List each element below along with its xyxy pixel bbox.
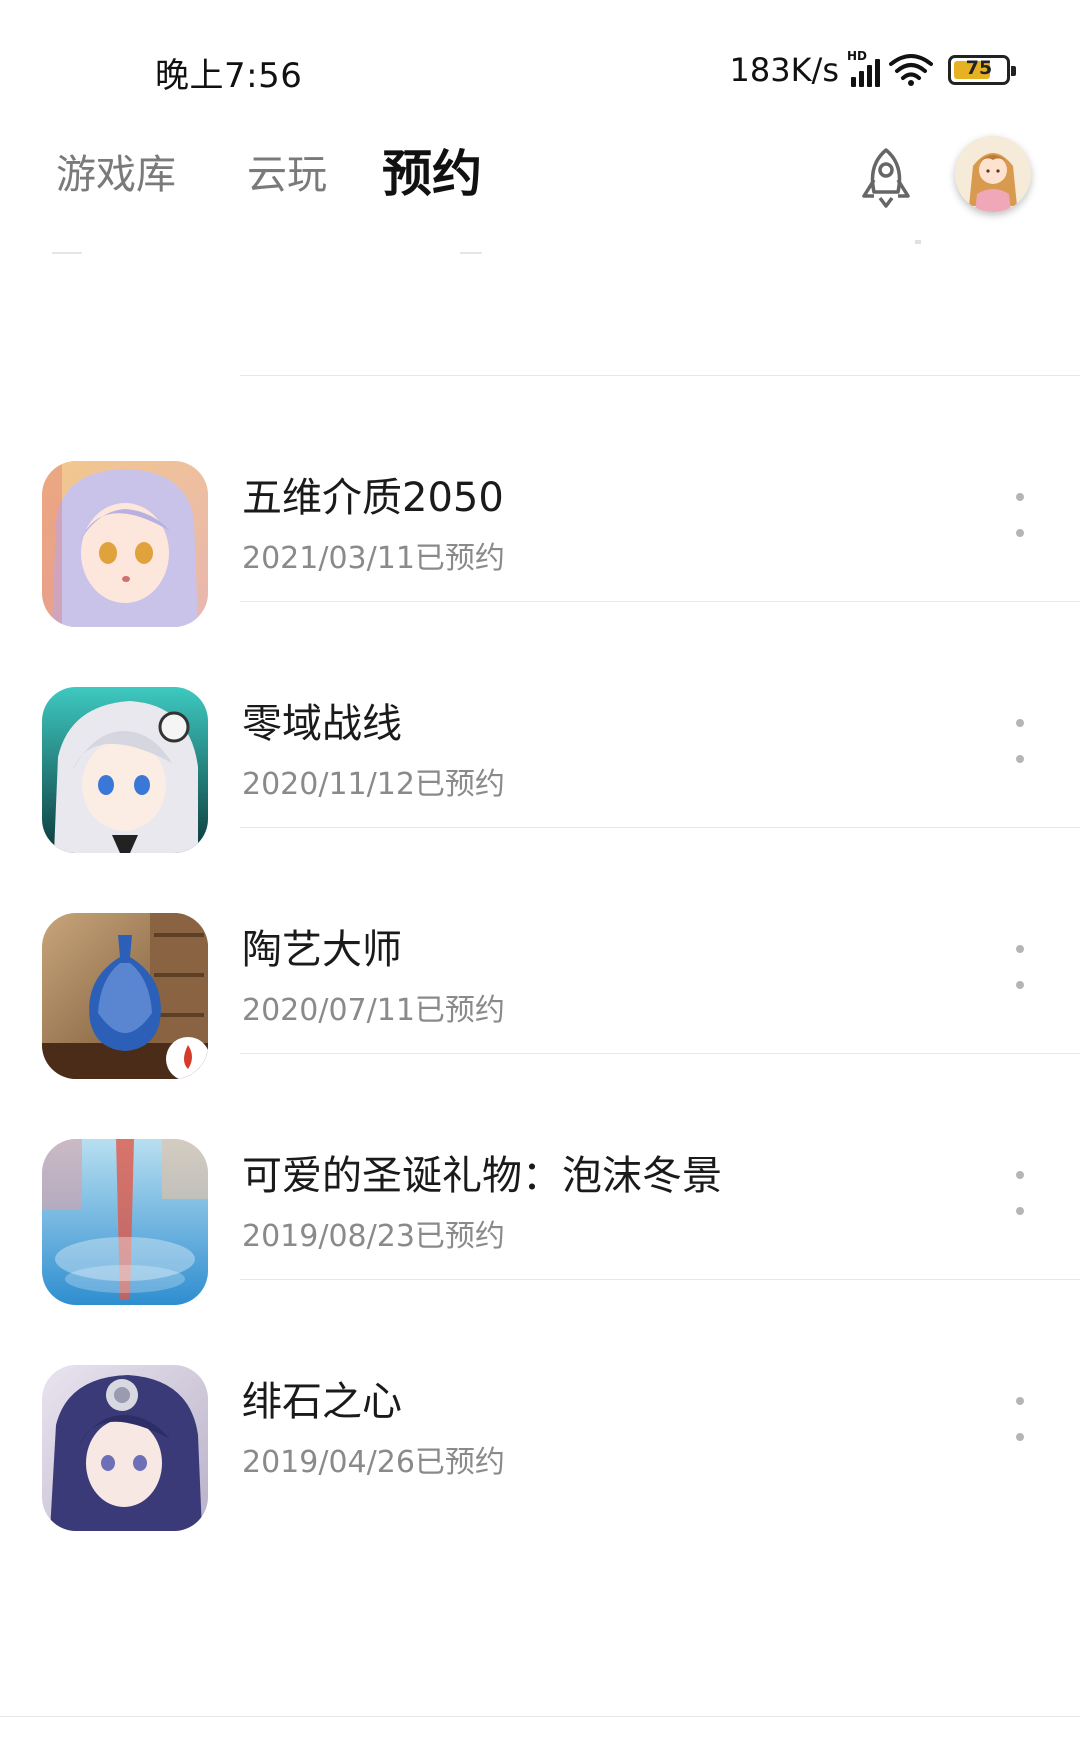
rocket-button[interactable] — [850, 142, 922, 214]
list-item[interactable]: 可爱的圣诞礼物：泡沫冬景 2019/08/23已预约 — [0, 1093, 1080, 1345]
more-options-button[interactable] — [1000, 1153, 1040, 1233]
list-item[interactable]: 五维介质2050 2021/03/11已预约 — [0, 415, 1080, 667]
avatar-image — [955, 136, 1031, 212]
game-icon[interactable] — [42, 1365, 208, 1531]
more-options-button[interactable] — [1000, 701, 1040, 781]
tab-game-library[interactable]: 游戏库 — [56, 142, 176, 200]
scrolled-content-fade — [40, 240, 1040, 290]
reservation-date: 2020/11/12已预约 — [242, 767, 505, 802]
battery-level: 75 — [965, 57, 993, 79]
game-icon[interactable] — [42, 687, 208, 853]
status-time: 晚上7:56 — [155, 56, 303, 96]
more-options-button[interactable] — [1000, 475, 1040, 555]
divider — [240, 601, 1080, 602]
avatar[interactable] — [955, 136, 1031, 212]
battery-icon: 75 — [948, 55, 1016, 85]
reservation-date: 2019/08/23已预约 — [242, 1219, 505, 1254]
divider — [240, 375, 1080, 376]
cellular-signal-icon: HD — [847, 49, 880, 87]
status-bar: 晚上7:56 183K/s HD 75 — [0, 0, 1080, 110]
more-options-button[interactable] — [1000, 927, 1040, 1007]
wifi-icon — [889, 54, 933, 86]
game-title: 绯石之心 — [242, 1379, 402, 1425]
game-title: 零域战线 — [242, 701, 402, 747]
tab-reservations[interactable]: 预约 — [382, 134, 482, 206]
reservation-date: 2019/04/26已预约 — [242, 1445, 505, 1480]
game-icon[interactable] — [42, 461, 208, 627]
network-speed: 183K/s — [729, 51, 839, 89]
game-title: 陶艺大师 — [242, 927, 402, 973]
game-icon[interactable] — [42, 1139, 208, 1305]
divider — [240, 1053, 1080, 1054]
divider — [240, 1279, 1080, 1280]
game-title: 可爱的圣诞礼物：泡沫冬景 — [242, 1153, 722, 1199]
top-tabs: 游戏库 云玩 预约 — [0, 120, 1080, 220]
divider — [0, 1716, 1080, 1717]
rocket-icon — [862, 148, 910, 208]
reservation-date: 2021/03/11已预约 — [242, 541, 505, 576]
divider — [240, 827, 1080, 828]
list-item[interactable]: 陶艺大师 2020/07/11已预约 — [0, 867, 1080, 1119]
game-title: 五维介质2050 — [242, 475, 504, 521]
game-icon[interactable] — [42, 913, 208, 1079]
list-item[interactable]: 零域战线 2020/11/12已预约 — [0, 641, 1080, 893]
status-indicators: 183K/s HD 75 — [729, 48, 1016, 92]
tab-cloud-play[interactable]: 云玩 — [247, 142, 327, 200]
screen: 晚上7:56 183K/s HD 75 游戏库 云玩 预约 五维介质2050 2… — [0, 0, 1080, 1756]
list-item[interactable]: 绯石之心 2019/04/26已预约 — [0, 1319, 1080, 1571]
reservation-date: 2020/07/11已预约 — [242, 993, 505, 1028]
hd-label: HD — [847, 49, 868, 63]
more-options-button[interactable] — [1000, 1379, 1040, 1459]
